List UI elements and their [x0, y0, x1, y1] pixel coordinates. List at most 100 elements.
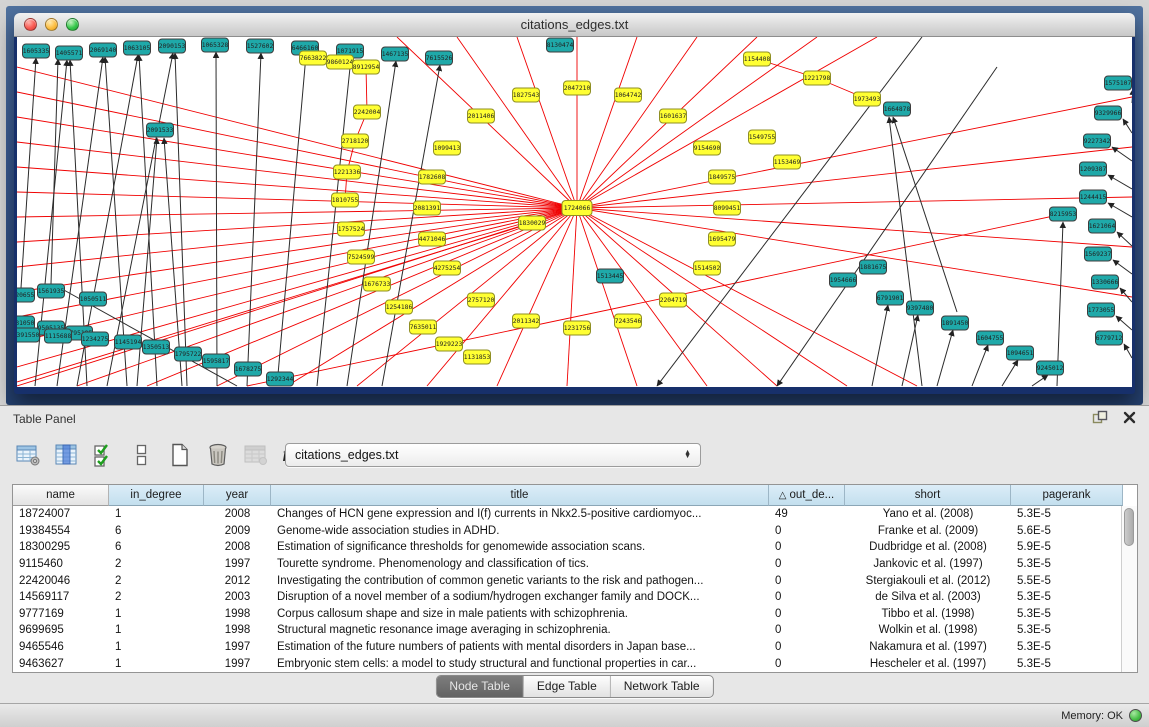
cell[interactable]: 0 — [769, 591, 845, 603]
cell[interactable]: de Silva et al. (2003) — [845, 591, 1011, 603]
network-view-window[interactable]: citations_edges.txt 16053351405571206914… — [14, 13, 1135, 394]
cell[interactable]: 0 — [769, 641, 845, 653]
cell[interactable]: 14569117 — [13, 591, 109, 603]
cell[interactable]: 1 — [109, 658, 204, 670]
network-graph[interactable]: 1605335140557120691401063105209015310653… — [17, 37, 1132, 387]
table-mode-button[interactable] — [14, 442, 41, 469]
cell[interactable]: 2 — [109, 575, 204, 587]
cell[interactable]: 49 — [769, 508, 845, 520]
cell[interactable]: 5.3E-5 — [1011, 624, 1123, 636]
cell[interactable]: 2008 — [204, 541, 271, 553]
cell[interactable]: 2009 — [204, 525, 271, 537]
cell[interactable]: 1 — [109, 508, 204, 520]
cell[interactable]: 1 — [109, 608, 204, 620]
memory-status-icon[interactable] — [1129, 709, 1142, 722]
column-header-short[interactable]: short — [845, 485, 1011, 506]
cell[interactable]: 1997 — [204, 641, 271, 653]
cell[interactable]: Tourette syndrome. Phenomenology and cla… — [271, 558, 769, 570]
delete-table-button[interactable] — [242, 442, 269, 469]
cell[interactable]: 2 — [109, 591, 204, 603]
cell[interactable]: 5.6E-5 — [1011, 525, 1123, 537]
minimize-window-icon[interactable] — [45, 18, 58, 31]
cell[interactable]: Embryonic stem cells: a model to study s… — [271, 658, 769, 670]
tab-network-table[interactable]: Network Table — [610, 676, 713, 697]
cell[interactable]: 9115460 — [13, 558, 109, 570]
table-row[interactable]: 946554611997Estimation of the future num… — [13, 639, 1137, 656]
cell[interactable]: Jankovic et al. (1997) — [845, 558, 1011, 570]
cell[interactable]: Structural magnetic resonance image aver… — [271, 624, 769, 636]
cell[interactable]: Corpus callosum shape and size in male p… — [271, 608, 769, 620]
cell[interactable]: 5.9E-5 — [1011, 541, 1123, 553]
cell[interactable]: Estimation of the future numbers of pati… — [271, 641, 769, 653]
cell[interactable]: Investigating the contribution of common… — [271, 575, 769, 587]
cell[interactable]: 0 — [769, 541, 845, 553]
cell[interactable]: 1 — [109, 624, 204, 636]
cell[interactable]: 5.5E-5 — [1011, 575, 1123, 587]
cell[interactable]: 19384554 — [13, 525, 109, 537]
cell[interactable]: 22420046 — [13, 575, 109, 587]
cell[interactable]: 2 — [109, 558, 204, 570]
table-row[interactable]: 1456911722003Disruption of a novel membe… — [13, 589, 1137, 606]
cell[interactable]: 18724007 — [13, 508, 109, 520]
delete-columns-button[interactable] — [204, 442, 231, 469]
cell[interactable]: Genome-wide association studies in ADHD. — [271, 525, 769, 537]
column-header-title[interactable]: title — [271, 485, 769, 506]
cell[interactable]: 0 — [769, 624, 845, 636]
network-canvas[interactable]: 1605335140557120691401063105209015310653… — [17, 37, 1132, 387]
cell[interactable]: 1998 — [204, 624, 271, 636]
column-header-name[interactable]: name — [13, 485, 109, 506]
show-columns-button[interactable] — [52, 442, 79, 469]
float-panel-icon[interactable] — [1092, 410, 1108, 424]
scrollbar-thumb[interactable] — [1124, 508, 1134, 546]
table-row[interactable]: 946362711997Embryonic stem cells: a mode… — [13, 655, 1137, 672]
tab-node-table[interactable]: Node Table — [436, 676, 523, 697]
cell[interactable]: 5.3E-5 — [1011, 641, 1123, 653]
close-window-icon[interactable] — [24, 18, 37, 31]
cell[interactable]: 9465546 — [13, 641, 109, 653]
zoom-window-icon[interactable] — [66, 18, 79, 31]
cell[interactable]: Changes of HCN gene expression and I(f) … — [271, 508, 769, 520]
cell[interactable]: Dudbridge et al. (2008) — [845, 541, 1011, 553]
cell[interactable]: 5.3E-5 — [1011, 591, 1123, 603]
table-chooser-dropdown[interactable]: citations_edges.txt ▲▼ — [285, 443, 701, 467]
cell[interactable]: 9777169 — [13, 608, 109, 620]
tab-edge-table[interactable]: Edge Table — [523, 676, 610, 697]
cell[interactable]: 2008 — [204, 508, 271, 520]
table-row[interactable]: 1830029562008Estimation of significance … — [13, 539, 1137, 556]
cell[interactable]: 2012 — [204, 575, 271, 587]
column-header-out_de[interactable]: △out_de... — [769, 485, 845, 506]
cell[interactable]: Stergiakouli et al. (2012) — [845, 575, 1011, 587]
cell[interactable]: 1997 — [204, 558, 271, 570]
cell[interactable]: 1997 — [204, 658, 271, 670]
close-panel-icon[interactable] — [1123, 411, 1136, 424]
cell[interactable]: Wolkin et al. (1998) — [845, 624, 1011, 636]
cell[interactable]: Hescheler et al. (1997) — [845, 658, 1011, 670]
cell[interactable]: Franke et al. (2009) — [845, 525, 1011, 537]
cell[interactable]: 5.3E-5 — [1011, 608, 1123, 620]
window-titlebar[interactable]: citations_edges.txt — [14, 13, 1135, 37]
unselect-all-columns-button[interactable] — [128, 442, 155, 469]
cell[interactable]: 9463627 — [13, 658, 109, 670]
table-row[interactable]: 969969511998Structural magnetic resonanc… — [13, 622, 1137, 639]
cell[interactable]: Estimation of significance thresholds fo… — [271, 541, 769, 553]
table-row[interactable]: 1938455462009Genome-wide association stu… — [13, 523, 1137, 540]
cell[interactable]: 6 — [109, 525, 204, 537]
node-table[interactable]: namein_degreeyeartitle△out_de...shortpag… — [12, 484, 1138, 673]
cell[interactable]: 1 — [109, 641, 204, 653]
cell[interactable]: 0 — [769, 658, 845, 670]
cell[interactable]: 0 — [769, 558, 845, 570]
cell[interactable]: Disruption of a novel member of a sodium… — [271, 591, 769, 603]
cell[interactable]: 0 — [769, 608, 845, 620]
create-column-button[interactable] — [166, 442, 193, 469]
table-row[interactable]: 1872400712008Changes of HCN gene express… — [13, 506, 1137, 523]
table-scrollbar[interactable] — [1121, 506, 1137, 672]
column-header-pagerank[interactable]: pagerank — [1011, 485, 1123, 506]
cell[interactable]: 5.3E-5 — [1011, 508, 1123, 520]
cell[interactable]: 6 — [109, 541, 204, 553]
cell[interactable]: 2003 — [204, 591, 271, 603]
cell[interactable]: 18300295 — [13, 541, 109, 553]
cell[interactable]: 0 — [769, 525, 845, 537]
cell[interactable]: Nakamura et al. (1997) — [845, 641, 1011, 653]
cell[interactable]: 5.3E-5 — [1011, 558, 1123, 570]
column-header-in_degree[interactable]: in_degree — [109, 485, 204, 506]
